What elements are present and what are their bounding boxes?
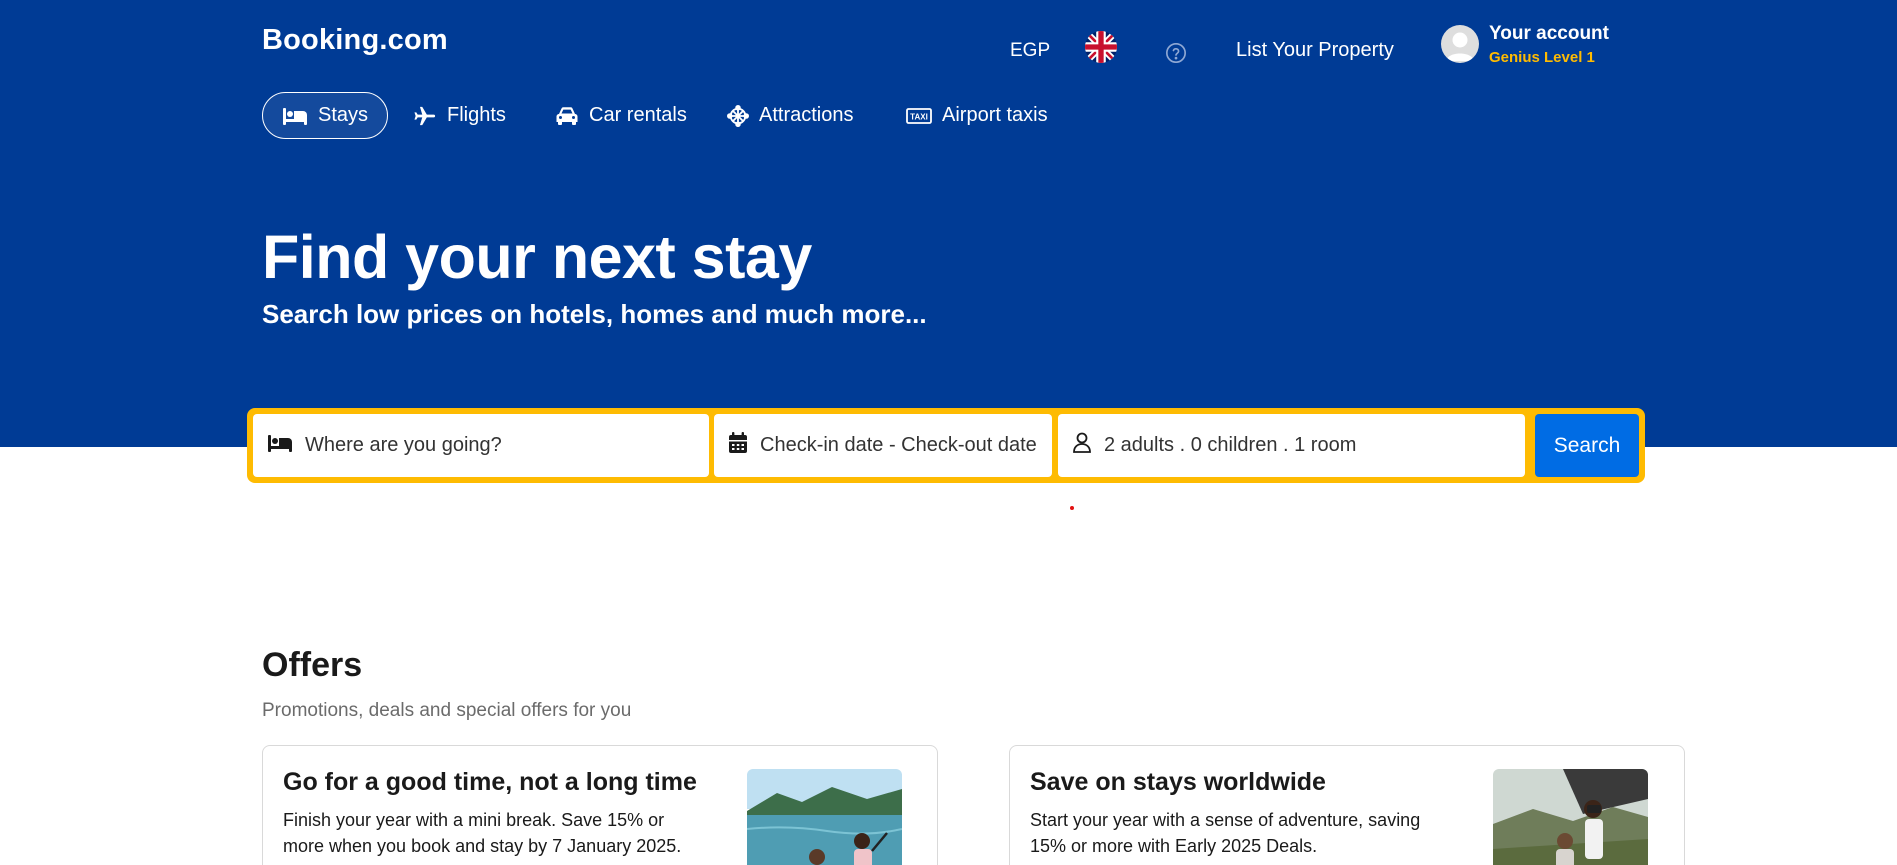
tab-attractions[interactable]: Attractions [708,92,872,139]
tab-stays[interactable]: Stays [262,92,389,139]
offer-card-description: Start your year with a sense of adventur… [1030,810,1421,856]
tab-label: Attractions [759,104,854,126]
list-property-link[interactable]: List Your Property [1236,39,1394,62]
svg-text:TAXI: TAXI [910,112,928,121]
offer-card-description: Finish your year with a mini break. Save… [283,810,682,856]
tab-label: Car rentals [589,104,687,126]
avatar[interactable] [1441,25,1479,63]
ferris-wheel-icon [727,104,749,127]
account-name: Your account [1489,23,1609,44]
bed-icon [282,106,308,126]
date-range-placeholder: Check-in date - Check-out date [760,434,1037,456]
destination-input[interactable]: Where are you going? [253,414,709,477]
genius-level-badge: Genius Level 1 [1489,49,1595,66]
tab-flights[interactable]: Flights [394,92,525,139]
indicator-dot [1070,506,1074,510]
calendar-icon [728,432,748,459]
search-button[interactable]: Search [1535,414,1639,477]
bed-icon [267,433,293,459]
tab-car-rentals[interactable]: Car rentals [536,92,706,139]
booking-logo[interactable]: Booking.com [262,24,448,57]
offers-subtitle: Promotions, deals and special offers for… [262,700,632,721]
page-title: Find your next stay [262,223,812,291]
offer-card-image [1493,769,1648,865]
taxi-icon: TAXI [906,107,932,124]
tab-label: Stays [318,104,369,126]
tab-label: Flights [447,104,506,126]
currency-selector[interactable]: EGP [1010,40,1050,62]
uk-flag-icon[interactable] [1085,31,1117,63]
person-icon [1072,432,1092,459]
occupancy-selector[interactable]: 2 adults . 0 children . 1 room [1058,414,1525,477]
occupancy-value: 2 adults . 0 children . 1 room [1104,434,1357,456]
offer-card[interactable]: Go for a good time, not a long time Fini… [262,745,938,865]
offers-title: Offers [262,646,363,684]
car-icon [555,106,579,126]
search-bar: Where are you going? Check-in date - Che… [247,408,1645,483]
page: Booking.com EGP List Your Property Your … [0,0,1897,865]
tab-airport-taxis[interactable]: TAXI Airport taxis [887,92,1067,139]
offer-card-image [747,769,902,865]
tab-label: Airport taxis [942,104,1048,126]
destination-placeholder: Where are you going? [305,434,502,456]
plane-icon [413,105,437,127]
offer-card-title: Go for a good time, not a long time [283,768,697,796]
offer-card[interactable]: Save on stays worldwide Start your year … [1009,745,1685,865]
hero-header: Booking.com EGP List Your Property Your … [0,0,1897,447]
page-subtitle: Search low prices on hotels, homes and m… [262,299,927,329]
offer-card-title: Save on stays worldwide [1030,768,1326,796]
question-circle-icon[interactable] [1165,42,1187,64]
date-range-input[interactable]: Check-in date - Check-out date [714,414,1052,477]
account-menu[interactable]: Your account Genius Level 1 [1489,23,1609,66]
